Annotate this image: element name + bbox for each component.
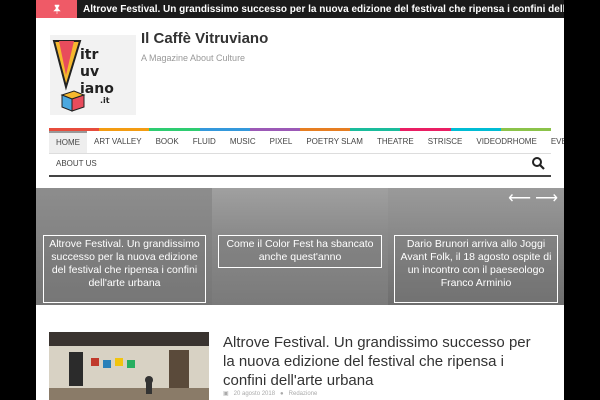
site-title[interactable]: Il Caffè Vitruviano: [141, 30, 268, 47]
nav-bottom-border: [49, 175, 551, 177]
slide-caption[interactable]: Altrove Festival. Un grandissimo success…: [43, 235, 206, 303]
calendar-icon: ▣: [223, 391, 229, 397]
svg-text:iano: iano: [80, 81, 114, 97]
user-icon: ●: [280, 390, 284, 397]
main-nav: Home Art Valley Book Fluid Music Pixel Poetry …: [49, 131, 564, 177]
site-logo[interactable]: itr uv iano .it: [50, 35, 136, 115]
thumbtack-icon: [36, 0, 78, 18]
nav-item-music[interactable]: Music: [223, 131, 263, 153]
post-author[interactable]: Redazione: [289, 391, 318, 397]
svg-text:.it: .it: [100, 96, 110, 105]
slide-caption[interactable]: Dario Brunori arriva allo Joggi Avant Fo…: [394, 235, 558, 303]
site-tagline: A Magazine About Culture: [141, 53, 246, 63]
nav-item-eventi[interactable]: Eventi: [544, 131, 564, 153]
news-ticker: Altrove Festival. Un grandissimo success…: [36, 0, 564, 18]
slider-controls: ⟵ ⟶: [508, 191, 558, 207]
post-title[interactable]: Altrove Festival. Un grandissimo success…: [223, 333, 533, 390]
nav-item-theatre[interactable]: Theatre: [370, 131, 421, 153]
ticker-headline-link[interactable]: Altrove Festival. Un grandissimo success…: [77, 4, 564, 15]
page-container: itr uv iano .it Il Caffè Vitruviano A Ma…: [36, 18, 564, 400]
svg-text:itr: itr: [80, 47, 98, 63]
search-icon[interactable]: [531, 156, 545, 170]
post-thumbnail[interactable]: [49, 332, 209, 400]
arrow-right-icon[interactable]: ⟶: [535, 191, 558, 207]
arrow-left-icon[interactable]: ⟵: [508, 191, 531, 207]
nav-item-home[interactable]: Home: [49, 131, 87, 153]
nav-item-strisce[interactable]: Strisce: [421, 131, 470, 153]
nav-item-book[interactable]: Book: [149, 131, 186, 153]
nav-divider: [49, 153, 551, 154]
featured-slider: Altrove Festival. Un grandissimo success…: [36, 188, 564, 305]
nav-item-about-us[interactable]: About Us: [49, 153, 104, 175]
post-meta: ▣ 20 agosto 2018 ● Redazione: [223, 390, 318, 398]
post-date: 20 agosto 2018: [233, 390, 276, 397]
nav-item-poetry-slam[interactable]: Poetry Slam: [299, 131, 370, 153]
nav-item-art-valley[interactable]: Art Valley: [87, 131, 149, 153]
svg-text:uv: uv: [80, 64, 99, 80]
nav-item-fluid[interactable]: Fluid: [186, 131, 223, 153]
nav-item-pixel[interactable]: Pixel: [263, 131, 300, 153]
nav-item-videodrhome[interactable]: VideoDRHome: [469, 131, 543, 153]
slide-caption[interactable]: Come il Color Fest ha sbancato anche que…: [218, 235, 382, 268]
